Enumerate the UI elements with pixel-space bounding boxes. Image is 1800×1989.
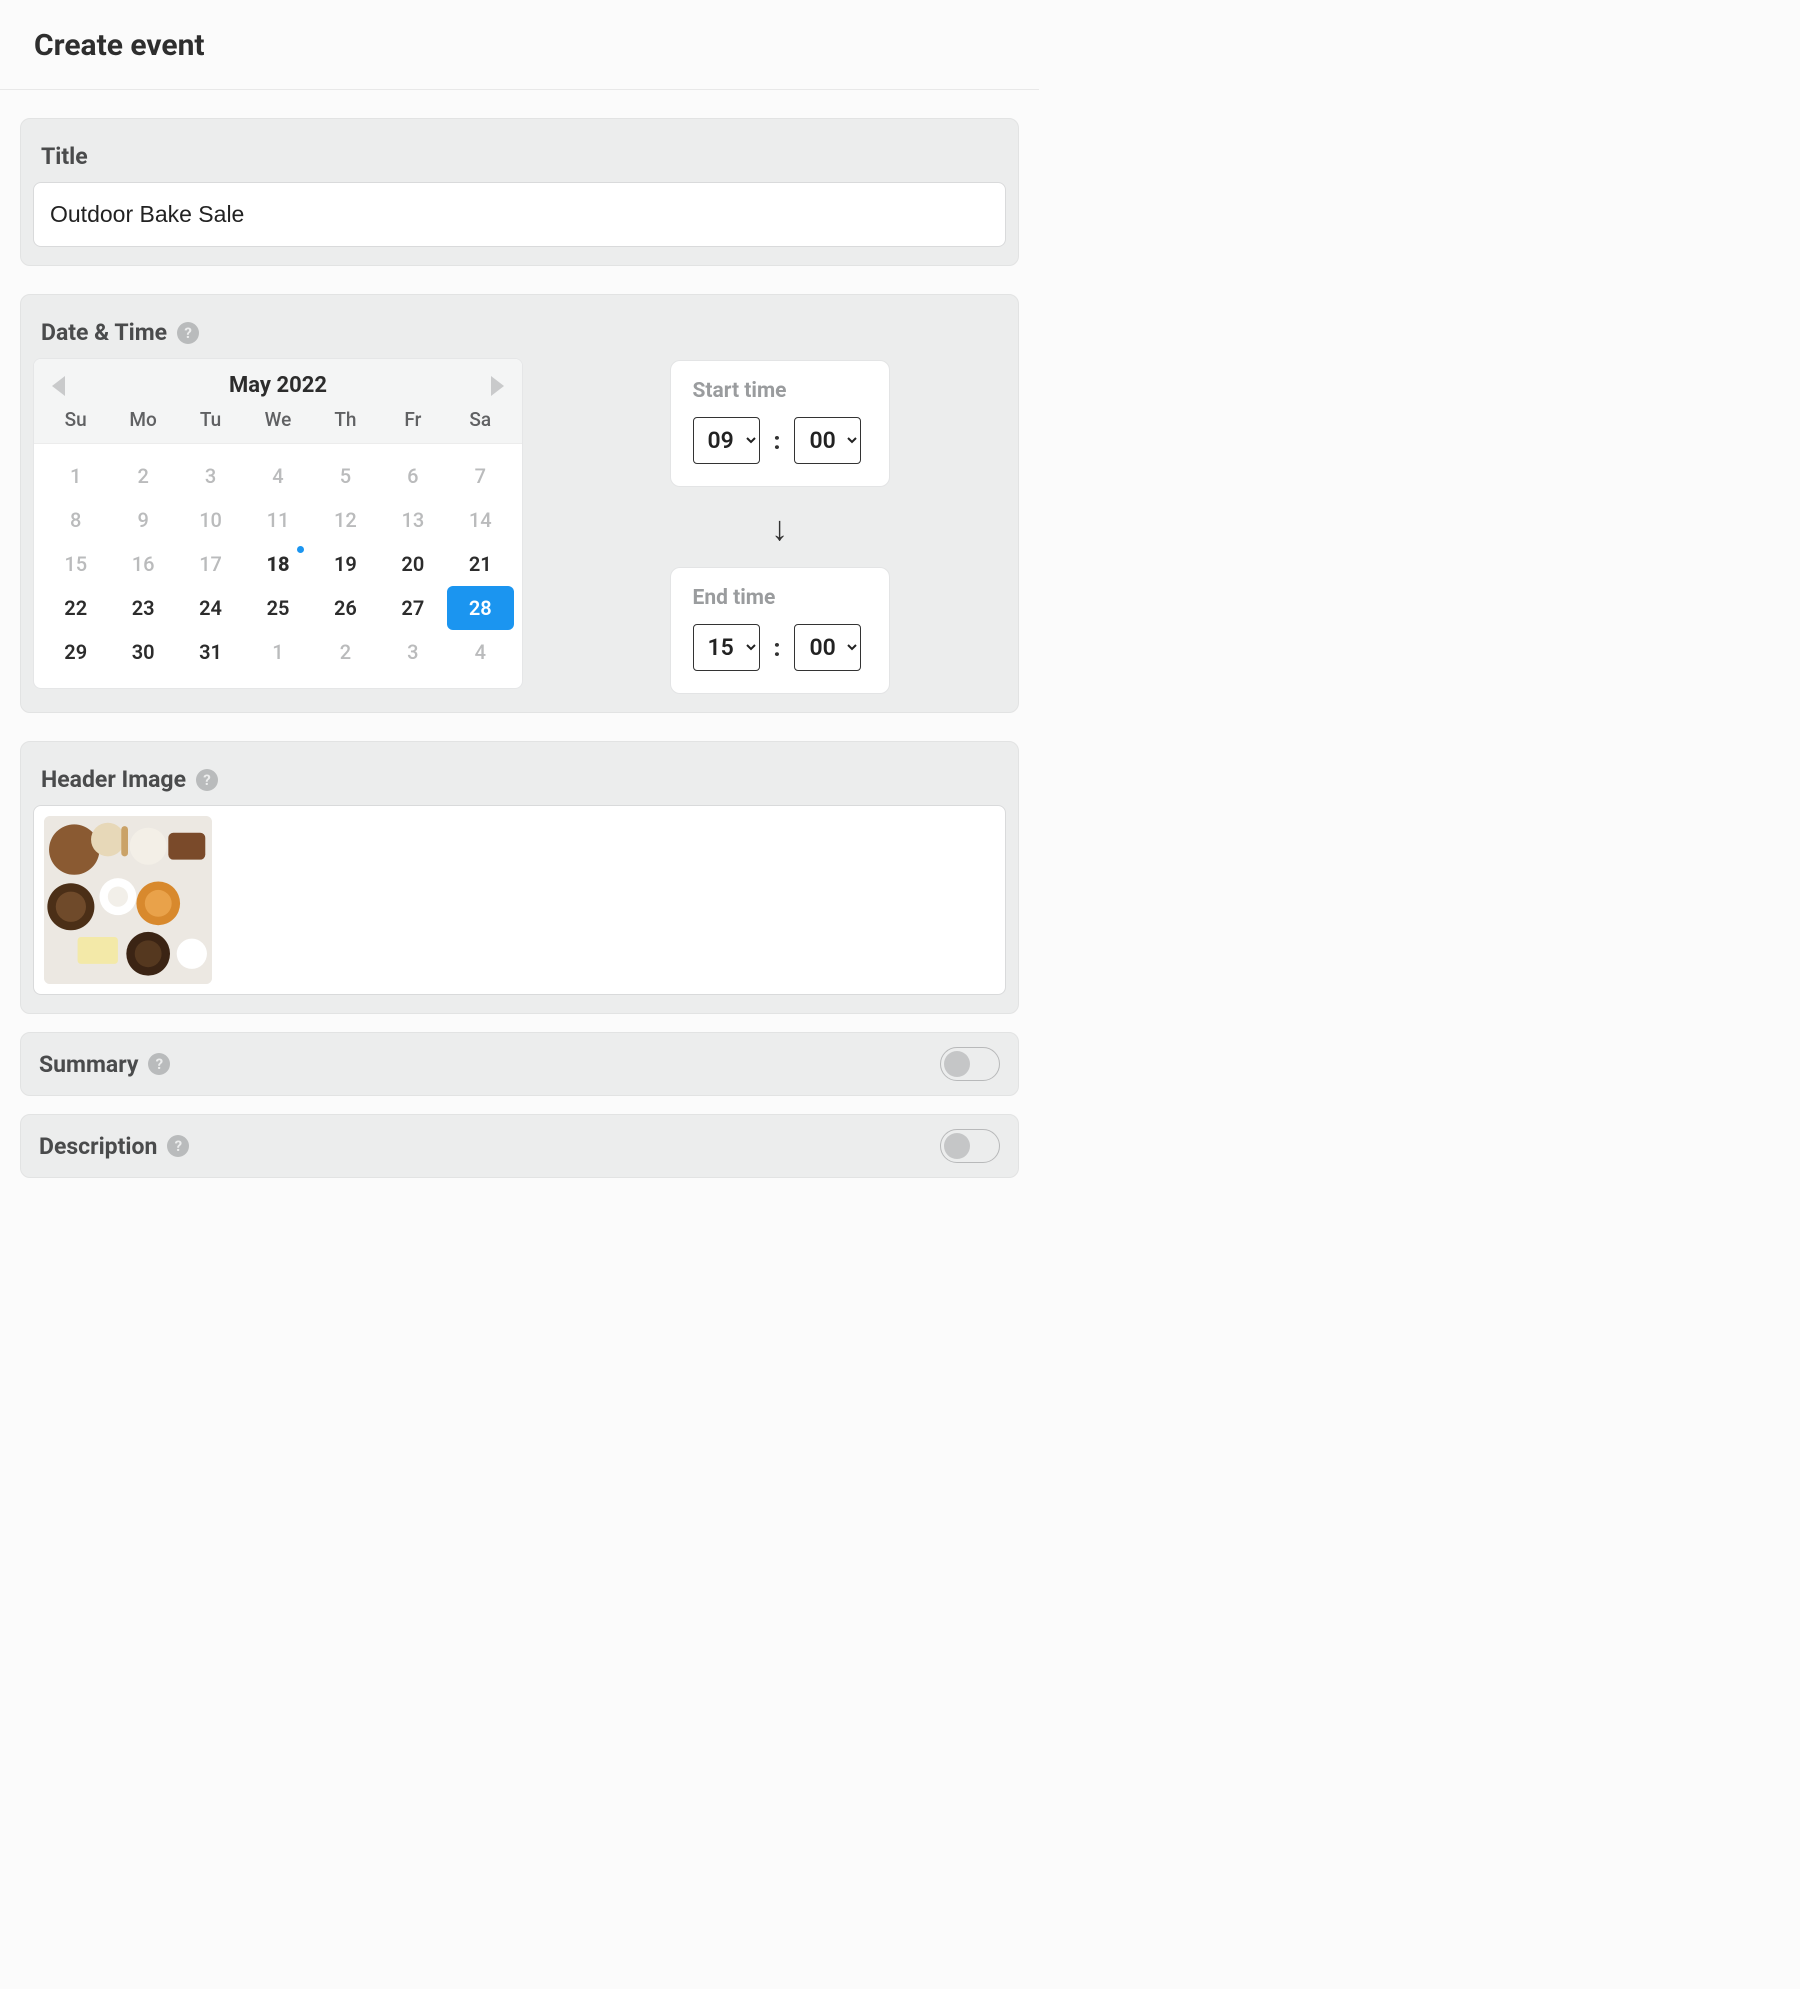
cal-dow-row: Su Mo Tu We Th Fr Sa bbox=[34, 408, 522, 443]
header-image-card: Header Image ? bbox=[20, 741, 1019, 1014]
calendar-day[interactable]: 21 bbox=[447, 542, 514, 586]
calendar-day[interactable]: 3 bbox=[379, 630, 446, 674]
calendar-day[interactable]: 23 bbox=[109, 586, 176, 630]
summary-label: Summary bbox=[39, 1051, 138, 1078]
summary-card: Summary ? bbox=[20, 1032, 1019, 1096]
start-time-label: Start time bbox=[693, 379, 867, 403]
calendar-day[interactable]: 4 bbox=[447, 630, 514, 674]
dow-tu: Tu bbox=[177, 408, 244, 431]
cal-prev-icon[interactable] bbox=[52, 376, 65, 396]
cal-next-icon[interactable] bbox=[491, 376, 504, 396]
calendar-day[interactable]: 17 bbox=[177, 542, 244, 586]
calendar-day[interactable]: 15 bbox=[42, 542, 109, 586]
calendar-day[interactable]: 25 bbox=[244, 586, 311, 630]
end-hour-select[interactable]: 15 bbox=[693, 624, 760, 671]
calendar-day[interactable]: 19 bbox=[312, 542, 379, 586]
calendar-day[interactable]: 1 bbox=[244, 630, 311, 674]
help-icon[interactable]: ? bbox=[148, 1053, 170, 1075]
description-label: Description bbox=[39, 1133, 157, 1160]
calendar-day[interactable]: 18 bbox=[244, 542, 311, 586]
title-input[interactable] bbox=[33, 182, 1006, 247]
calendar-day[interactable]: 10 bbox=[177, 498, 244, 542]
calendar-day[interactable]: 29 bbox=[42, 630, 109, 674]
calendar-day[interactable]: 2 bbox=[312, 630, 379, 674]
toggle-knob bbox=[944, 1133, 970, 1159]
image-well[interactable] bbox=[33, 805, 1006, 995]
end-min-select[interactable]: 00 bbox=[794, 624, 861, 671]
calendar-day[interactable]: 14 bbox=[447, 498, 514, 542]
calendar-day[interactable]: 3 bbox=[177, 454, 244, 498]
calendar-day[interactable]: 30 bbox=[109, 630, 176, 674]
toggle-knob bbox=[944, 1051, 970, 1077]
calendar-day[interactable]: 4 bbox=[244, 454, 311, 498]
title-card: Title bbox=[20, 118, 1019, 266]
calendar-day[interactable]: 20 bbox=[379, 542, 446, 586]
description-card: Description ? bbox=[20, 1114, 1019, 1178]
calendar-day[interactable]: 7 bbox=[447, 454, 514, 498]
calendar-day[interactable]: 13 bbox=[379, 498, 446, 542]
date-time-label: Date & Time bbox=[41, 319, 167, 346]
dow-sa: Sa bbox=[447, 408, 514, 431]
dow-mo: Mo bbox=[109, 408, 176, 431]
summary-toggle[interactable] bbox=[940, 1047, 1000, 1081]
calendar-day[interactable]: 8 bbox=[42, 498, 109, 542]
help-icon[interactable]: ? bbox=[177, 322, 199, 344]
dow-we: We bbox=[244, 408, 311, 431]
header-image-thumb[interactable] bbox=[44, 816, 212, 984]
calendar-day[interactable]: 5 bbox=[312, 454, 379, 498]
arrow-down-icon: ↓ bbox=[771, 509, 788, 549]
header-image-label: Header Image bbox=[41, 766, 186, 793]
calendar-day[interactable]: 11 bbox=[244, 498, 311, 542]
title-label: Title bbox=[41, 143, 88, 170]
calendar-day[interactable]: 12 bbox=[312, 498, 379, 542]
start-hour-select[interactable]: 09 bbox=[693, 417, 760, 464]
calendar-day[interactable]: 28 bbox=[447, 586, 514, 630]
time-colon: : bbox=[774, 427, 781, 455]
calendar-day[interactable]: 6 bbox=[379, 454, 446, 498]
cal-grid: 1234567891011121314151617181920212223242… bbox=[34, 444, 522, 688]
time-colon: : bbox=[774, 634, 781, 662]
today-dot-icon bbox=[297, 546, 304, 553]
end-time-box: End time 15 : 00 bbox=[670, 567, 890, 694]
help-icon[interactable]: ? bbox=[167, 1135, 189, 1157]
calendar-day[interactable]: 2 bbox=[109, 454, 176, 498]
calendar-day[interactable]: 31 bbox=[177, 630, 244, 674]
end-time-label: End time bbox=[693, 586, 867, 610]
start-time-box: Start time 09 : 00 bbox=[670, 360, 890, 487]
calendar-day[interactable]: 9 bbox=[109, 498, 176, 542]
calendar-day[interactable]: 1 bbox=[42, 454, 109, 498]
cal-title: May 2022 bbox=[229, 373, 327, 398]
description-toggle[interactable] bbox=[940, 1129, 1000, 1163]
date-time-card: Date & Time ? May 2022 Su Mo Tu We bbox=[20, 294, 1019, 713]
calendar-day[interactable]: 26 bbox=[312, 586, 379, 630]
calendar-day[interactable]: 24 bbox=[177, 586, 244, 630]
calendar-day[interactable]: 16 bbox=[109, 542, 176, 586]
dow-su: Su bbox=[42, 408, 109, 431]
page-title: Create event bbox=[34, 28, 1005, 63]
calendar-day[interactable]: 22 bbox=[42, 586, 109, 630]
help-icon[interactable]: ? bbox=[196, 769, 218, 791]
dow-th: Th bbox=[312, 408, 379, 431]
start-min-select[interactable]: 00 bbox=[794, 417, 861, 464]
dow-fr: Fr bbox=[379, 408, 446, 431]
calendar-day[interactable]: 27 bbox=[379, 586, 446, 630]
calendar: May 2022 Su Mo Tu We Th Fr Sa 1234567891… bbox=[33, 358, 523, 689]
